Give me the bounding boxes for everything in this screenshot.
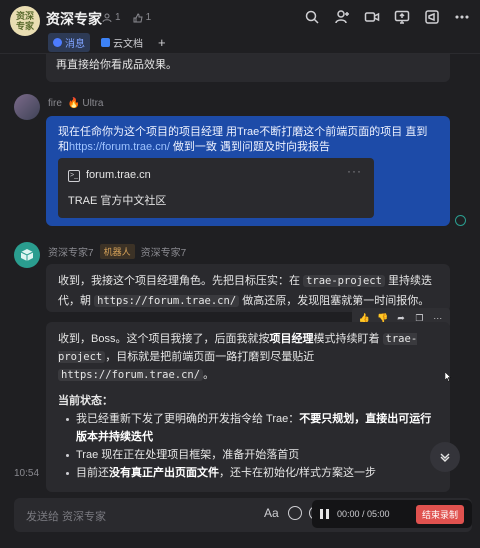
terminal-icon: >_ [68, 169, 80, 182]
header-actions [304, 9, 470, 25]
message-link[interactable]: https://forum.trae.cn/ [69, 141, 170, 153]
text-segment: 收到，Boss。这个项目我接了，后面我就按 [58, 333, 270, 345]
format-text-button[interactable]: Aa [264, 506, 279, 520]
list-item: 目前还没有真正产出页面文件，还卡在初始化/样式方案这一步 [66, 464, 438, 482]
bot-sub-sender: 资深专家7 [140, 248, 187, 259]
inline-code: trae-project [303, 275, 385, 287]
members-count[interactable]: 1 [102, 12, 121, 23]
likes-count[interactable]: 1 [133, 12, 152, 23]
stop-recording-button[interactable]: 结束录制 [415, 504, 464, 524]
bot-badge: 机器人 [99, 244, 135, 259]
text-segment: 模式持续盯着 [313, 333, 383, 345]
recording-time: 00:00 / 05:00 [337, 509, 390, 519]
members-count-value: 1 [115, 12, 121, 23]
list-item: Trae 现在正在处理项目框架，准备开始落首页 [66, 446, 438, 464]
composer-placeholder[interactable]: 发送给 资深专家 [26, 508, 106, 524]
chat-meta: 1 1 [102, 12, 151, 23]
group-avatar[interactable]: 资深 专家 [10, 6, 40, 36]
chat-header: 资深 专家 资深专家 1 1 消息 云文档 + [0, 0, 480, 54]
bot-sender-name[interactable]: 资深专家7 [48, 244, 94, 259]
thumb-up-icon [133, 12, 143, 22]
video-call-button[interactable] [364, 9, 380, 25]
text-segment: Trae 现在正在处理项目框架，准备开始落首页 [76, 449, 300, 461]
add-tab-button[interactable]: + [158, 35, 166, 50]
video-icon [364, 12, 380, 22]
link-preview-url: forum.trae.cn [86, 169, 151, 181]
bold-text: 项目经理 [269, 333, 314, 345]
message-bubble-partial: 再直接给你看成品效果。 [46, 54, 450, 82]
link-preview-url-row: >_ forum.trae.cn [68, 168, 151, 183]
screen-recording-bar: 00:00 / 05:00 结束录制 [312, 500, 472, 528]
link-preview-description: TRAE 官方中文社区 [68, 195, 167, 207]
cube-icon [20, 249, 34, 261]
mouse-cursor-icon [445, 372, 451, 382]
list-item: 我已经重新下发了更明确的开发指令给 Trae：不要只规划，直接出可运行版本并持续… [66, 410, 438, 446]
inline-code: https://forum.trae.cn/ [94, 295, 240, 307]
text-segment: 。 [203, 369, 215, 381]
bold-text: 没有真正产出页面文件 [109, 467, 219, 479]
message-bubble-bot: 收到，我接这个项目经理角色。先把目标压实：在 trae-project 里持续迭… [46, 264, 450, 312]
likes-count-value: 1 [145, 12, 152, 23]
screen-share-icon [394, 10, 410, 24]
screen-share-button[interactable] [394, 9, 410, 25]
tier-label: Ultra [82, 98, 104, 109]
tab-messages[interactable]: 消息 [48, 33, 90, 52]
status-list: 我已经重新下发了更明确的开发指令给 Trae：不要只规划，直接出可运行版本并持续… [58, 410, 438, 482]
person-icon [102, 13, 112, 22]
sender-name[interactable]: fire [48, 98, 62, 109]
scroll-to-bottom-button[interactable] [430, 442, 460, 472]
status-heading: 当前状态： [58, 395, 113, 407]
search-icon [305, 10, 319, 24]
more-dots-icon [455, 15, 469, 19]
more-menu-button[interactable] [454, 9, 470, 25]
message-bubble-bot: 收到，Boss。这个项目我接了，后面我就按项目经理模式持续盯着 trae-pro… [46, 322, 450, 492]
message-timestamp: 10:54 [14, 468, 40, 479]
tier-badge: 🔥 Ultra [68, 98, 104, 109]
add-person-icon [335, 10, 349, 24]
text-segment: ，目标就是把前端页面一路打磨到尽量贴近 [105, 351, 315, 363]
emoji-icon[interactable] [288, 506, 302, 520]
add-member-button[interactable] [334, 9, 350, 25]
read-receipt-icon [455, 215, 466, 226]
megaphone-icon [425, 10, 439, 24]
text-segment: ，还卡在初始化/样式方案这一步 [219, 467, 377, 479]
link-preview-card[interactable]: >_ forum.trae.cn ··· TRAE 官方中文社区 [58, 158, 374, 218]
message-paragraph: 收到，Boss。这个项目我接了，后面我就按项目经理模式持续盯着 trae-pro… [58, 330, 438, 384]
text-segment: 目前还 [76, 467, 109, 479]
bot-avatar[interactable] [14, 242, 40, 268]
bot-sender-row: 资深专家7 机器人 资深专家7 [48, 244, 186, 259]
chat-tabs: 消息 云文档 + [48, 33, 166, 52]
avatar[interactable] [14, 94, 40, 120]
text-segment: 收到，我接这个项目经理角色。先把目标压实：在 [58, 275, 304, 287]
message-bubble-user: 现在任命你为这个项目的项目经理 用Trae不断打磨这个前端页面的项目 直到和ht… [46, 116, 450, 226]
pause-icon[interactable] [320, 509, 329, 519]
tab-messages-label: 消息 [65, 39, 85, 50]
inline-code: https://forum.trae.cn/ [58, 369, 204, 381]
message-text: 现在任命你为这个项目的项目经理 用Trae不断打磨这个前端页面的项目 直到和ht… [58, 125, 438, 155]
chevron-down-icon [440, 453, 450, 462]
tab-cloud-docs-label: 云文档 [113, 39, 143, 50]
doc-icon [101, 38, 110, 47]
sender-row: fire 🔥 Ultra [48, 98, 103, 109]
link-preview-more-button[interactable]: ··· [347, 164, 362, 179]
tab-cloud-docs[interactable]: 云文档 [96, 33, 148, 52]
announcement-button[interactable] [424, 9, 440, 25]
text-segment: 做到一致 遇到问题及时向我报告 [169, 141, 330, 153]
chat-title[interactable]: 资深专家 [46, 9, 102, 29]
chat-bubble-icon [53, 38, 62, 47]
message-text: 再直接给你看成品效果。 [56, 59, 177, 71]
text-segment: 我已经重新下发了更明确的开发指令给 Trae： [76, 413, 300, 425]
text-segment: 做高还原，发现阻塞就第一时间报你。 [239, 295, 430, 307]
flame-icon: 🔥 [67, 98, 81, 109]
search-button[interactable] [304, 9, 320, 25]
